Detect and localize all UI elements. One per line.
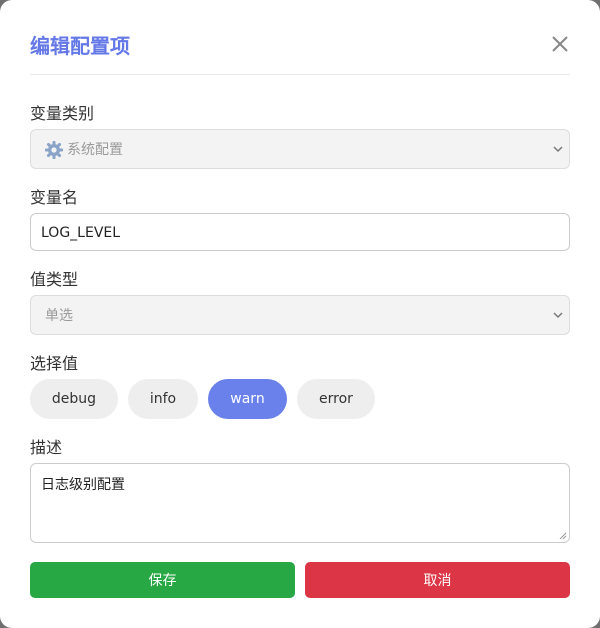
category-label: 变量类别 <box>30 104 95 123</box>
description-label: 描述 <box>30 438 63 457</box>
gear-icon <box>45 141 63 159</box>
chevron-down-icon <box>553 312 563 319</box>
option-info[interactable]: info <box>128 379 198 419</box>
variable-name-value: LOG_LEVEL <box>41 225 121 241</box>
value-type-value: 单选 <box>45 308 73 324</box>
value-type-select[interactable]: 单选 <box>30 295 570 335</box>
category-select[interactable]: 系统配置 <box>30 129 570 169</box>
edit-config-dialog: 编辑配置项 变量类别 系统配置 变量名 LOG_LEVEL 值类型 单选 选择值… <box>0 0 600 628</box>
cancel-button[interactable]: 取消 <box>305 562 570 598</box>
resize-grip-icon[interactable] <box>559 532 567 540</box>
option-debug[interactable]: debug <box>30 379 118 419</box>
option-error[interactable]: error <box>297 379 375 419</box>
choice-label: 选择值 <box>30 354 79 373</box>
save-button[interactable]: 保存 <box>30 562 295 598</box>
dialog-title: 编辑配置项 <box>30 34 130 58</box>
value-type-label: 值类型 <box>30 270 79 289</box>
dialog-header: 编辑配置项 <box>30 30 570 75</box>
name-label: 变量名 <box>30 188 79 207</box>
chevron-down-icon <box>553 146 563 153</box>
option-warn[interactable]: warn <box>208 379 287 419</box>
close-icon[interactable] <box>550 34 570 54</box>
description-value: 日志级别配置 <box>41 477 125 493</box>
description-textarea[interactable]: 日志级别配置 <box>30 463 570 543</box>
category-value: 系统配置 <box>67 142 123 158</box>
variable-name-input[interactable]: LOG_LEVEL <box>30 213 570 251</box>
